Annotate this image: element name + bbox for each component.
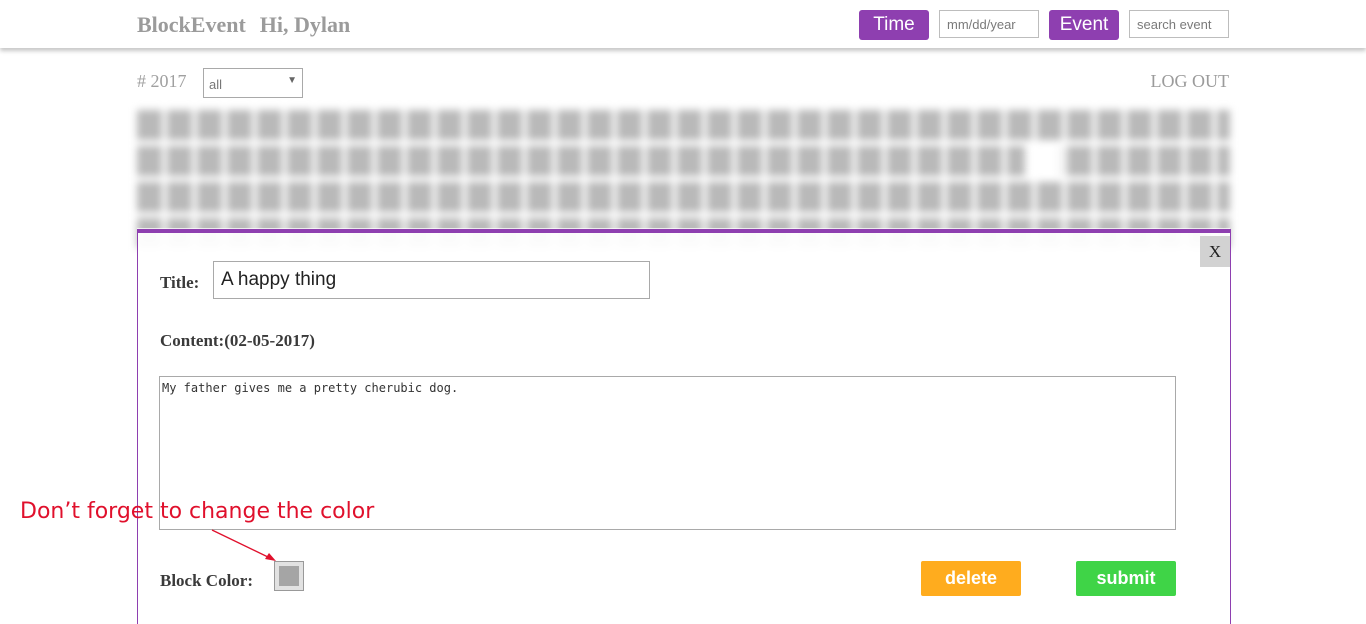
event-button[interactable]: Event [1049,10,1119,40]
title-input[interactable]: A happy thing [213,261,650,299]
submit-button[interactable]: submit [1076,561,1176,596]
date-input[interactable]: mm/dd/year [939,10,1039,38]
grid-row [137,110,1230,140]
chevron-down-icon: ▼ [287,75,297,86]
block-color-picker[interactable] [274,561,304,591]
grid-row [137,182,1230,212]
user-greeting: Hi, Dylan [259,12,351,37]
delete-button[interactable]: delete [921,561,1021,596]
app-brand: BlockEvent Hi, Dylan [137,12,350,38]
logout-link[interactable]: LOG OUT [1151,71,1230,92]
filter-select[interactable]: all ▼ [203,68,303,98]
color-swatch [279,566,299,586]
close-button[interactable]: X [1200,236,1230,267]
annotation-note: Don’t forget to change the color [20,499,375,524]
grid-empty-block [1025,146,1061,176]
event-edit-modal: X Title: A happy thing Content:(02-05-20… [137,229,1231,624]
search-event-input[interactable]: search event [1129,10,1229,38]
block-color-label: Block Color: [160,571,254,590]
grid-row [137,146,1230,176]
filter-select-value: all [209,77,223,92]
app-title: BlockEvent [137,12,246,37]
content-label: Content:(02-05-2017) [160,331,315,350]
year-label: # 2017 [137,71,187,91]
title-label: Title: [160,273,200,292]
top-navigation-bar: BlockEvent Hi, Dylan Time mm/dd/year Even… [0,0,1366,48]
time-button[interactable]: Time [859,10,929,40]
annotation-arrow-icon [211,529,276,561]
